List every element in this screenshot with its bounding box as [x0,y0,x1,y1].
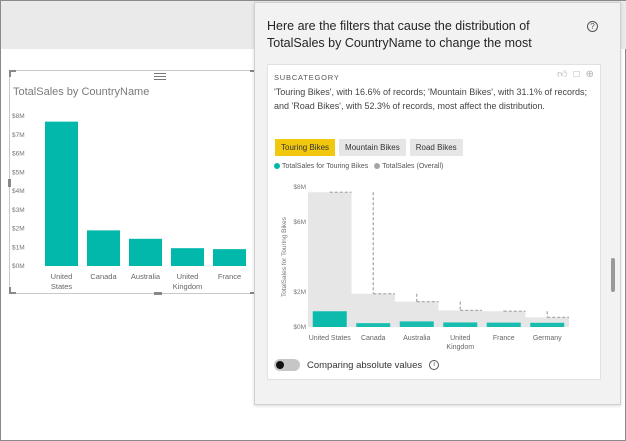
card-description: 'Touring Bikes', with 16.6% of records; … [274,87,588,111]
y-tick-label: $1M [12,244,25,251]
popup-scrollbar[interactable] [611,258,615,292]
comparing-absolute-toggle[interactable] [274,359,300,371]
help-icon[interactable]: ? [587,21,598,32]
x-tick-label: Canada [361,335,386,342]
mountain-bikes-button[interactable]: Mountain Bikes [339,139,406,156]
x-tick-label: Kingdom [446,344,474,351]
legend-dot-icon [274,163,280,169]
x-tick-label: Canada [90,272,117,281]
touring-bikes-button[interactable]: Touring Bikes [275,139,336,156]
x-tick-label: Kingdom [173,282,203,291]
totalsales-by-country-visual[interactable]: TotalSales by CountryName $0M $1M $2M $3M $4… [8,70,257,295]
thumbs-up-icon[interactable]: 👍︎ [557,70,567,80]
subcategory-buttons: Touring Bikes Mountain Bikes Road Bikes [275,139,463,156]
y-tick-label: $5M [12,169,25,176]
bar-united-kingdom[interactable] [171,248,204,266]
y-tick-label: $2M [293,289,306,296]
x-tick-label: Australia [131,272,161,281]
card-label: SUBCATEGORY [274,73,340,82]
x-tick-label: France [218,272,241,281]
touring-bar-united-kingdom[interactable] [443,322,478,327]
analysis-popup: Here are the filters that cause the dist… [254,2,621,405]
x-tick-label: United [177,272,199,281]
bar-canada[interactable] [87,230,120,266]
y-tick-label: $7M [12,132,25,139]
toggle-knob [276,361,284,369]
y-tick-label: $0M [12,263,25,270]
popup-title: Here are the filters that cause the dist… [267,19,532,50]
bar-australia[interactable] [129,238,162,266]
touring-bar-france[interactable] [486,322,521,327]
info-icon[interactable]: i [429,360,440,370]
x-tick-label: United [51,272,73,281]
y-tick-label: $8M [293,184,306,191]
y-tick-label: $6M [293,219,306,226]
x-tick-label: United [450,335,470,342]
comparing-toggle-row: Comparing absolute values i [274,359,440,371]
y-axis-title: TotalSales for Touring Bikes [281,216,288,297]
touring-bar-australia[interactable] [399,321,434,327]
y-tick-label: $3M [12,207,25,214]
touring-bar-canada[interactable] [356,323,391,327]
x-tick-label: United States [309,335,352,342]
bar-france[interactable] [213,249,246,266]
y-tick-label: $2M [12,226,25,233]
legend-item-touring: TotalSales for Touring Bikes [274,163,368,170]
x-tick-label: France [493,335,515,342]
road-bikes-button[interactable]: Road Bikes [409,139,463,156]
legend-label: TotalSales (Overall) [382,163,444,170]
x-tick-label: Germany [533,335,562,342]
overall-area [308,192,569,327]
touring-bikes-comparison-chart: $0M $2M $6M $8M TotalSales for Touring Bikes… [281,184,569,351]
touring-bar-germany[interactable] [530,322,565,327]
card-actions: 👍︎ □ ⊕ [557,70,594,80]
chart-legend: TotalSales for Touring Bikes TotalSales … [274,163,443,170]
y-tick-label: $4M [12,188,25,195]
bar-united-states[interactable] [45,121,78,266]
comment-icon[interactable]: □ [574,70,580,80]
x-tick-label: States [51,282,73,291]
y-tick-label: $6M [12,151,25,158]
x-tick-label: Australia [403,335,430,342]
y-tick-label: $8M [12,113,25,120]
legend-label: TotalSales for Touring Bikes [282,163,369,170]
legend-item-overall: TotalSales (Overall) [374,163,443,170]
country-bar-chart: $0M$1M$2M$3M$4M$5M$6M$7M$8MUnitedStatesC… [12,113,246,291]
toggle-label: Comparing absolute values [307,359,423,371]
add-icon[interactable]: ⊕ [586,70,594,80]
y-tick-label: $0M [293,324,306,331]
touring-bar-united-states[interactable] [312,311,347,327]
subcategory-card: SUBCATEGORY 👍︎ □ ⊕ 'Touring Bikes', with… [267,64,601,380]
legend-dot-icon [374,163,381,169]
